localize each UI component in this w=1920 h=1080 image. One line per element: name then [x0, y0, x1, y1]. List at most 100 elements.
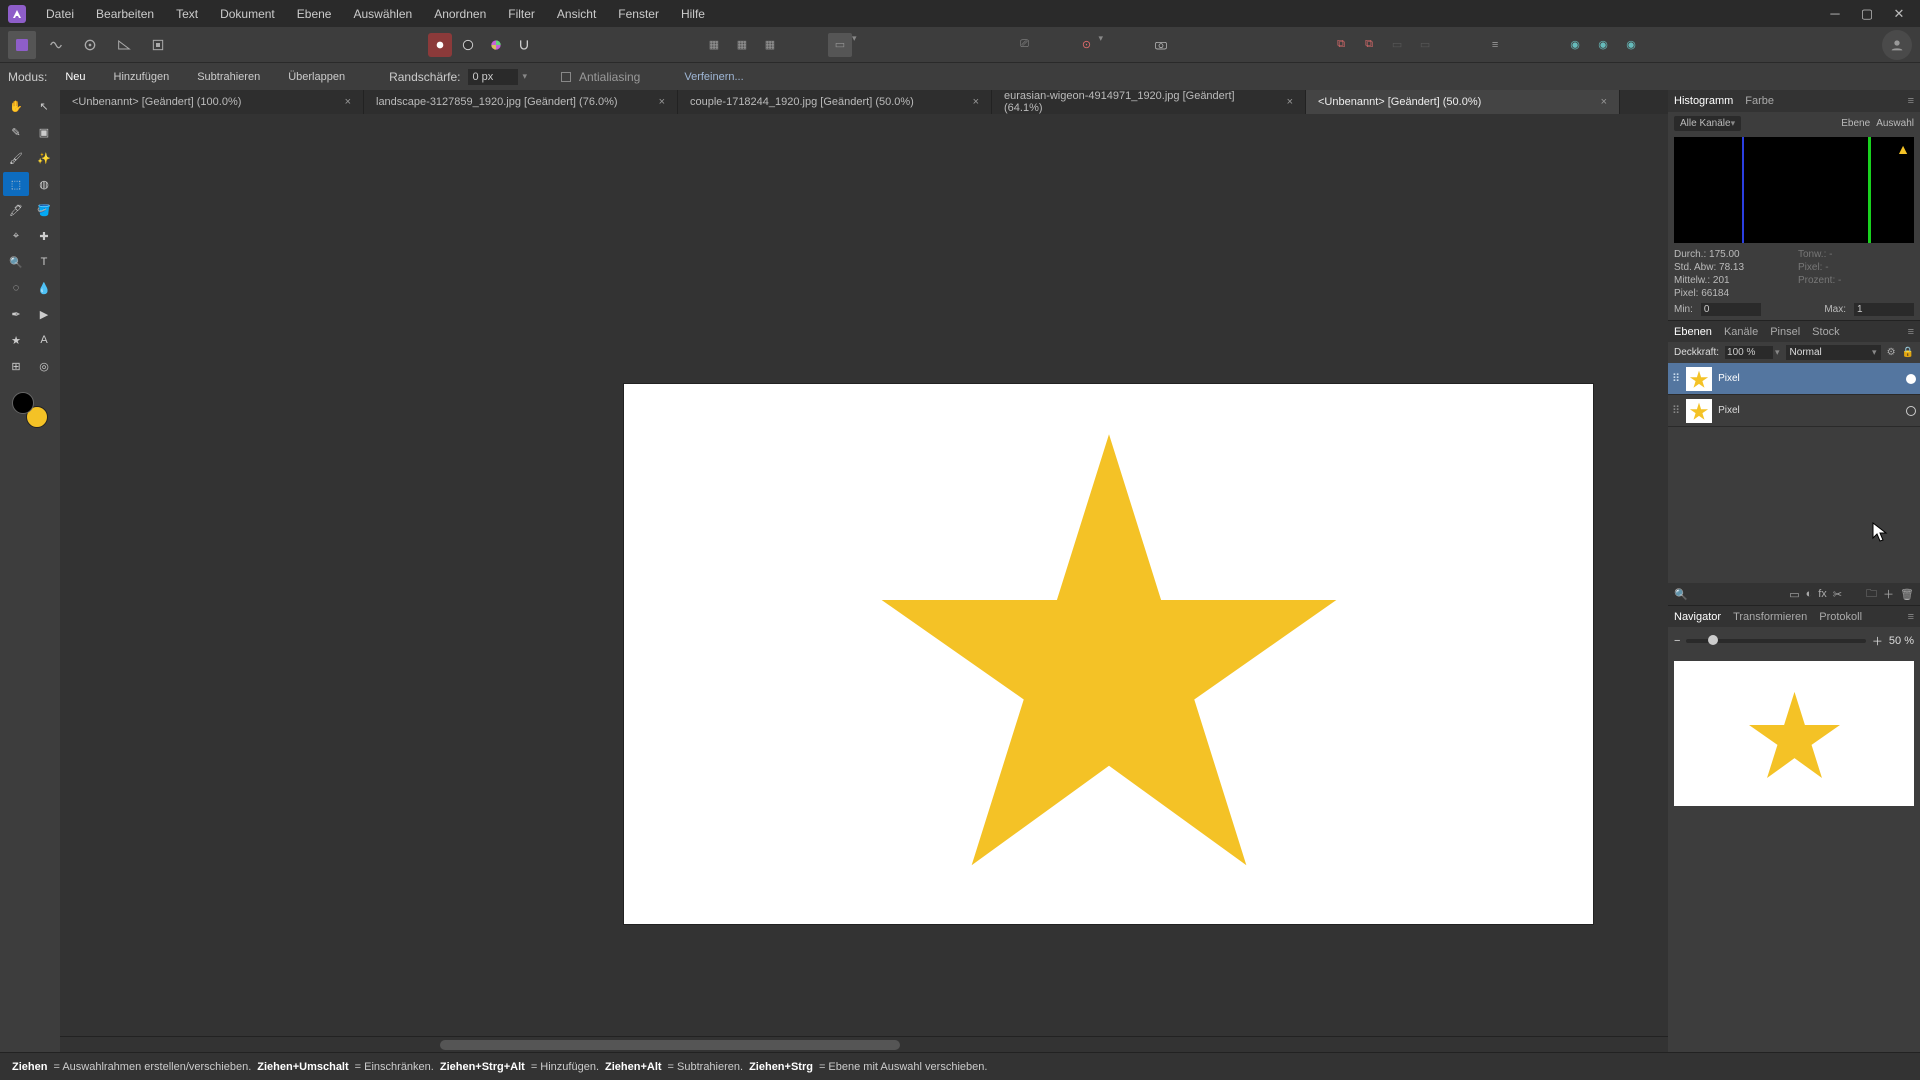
- delete-layer-icon[interactable]: 🗑: [1900, 588, 1914, 601]
- text-tool[interactable]: T: [31, 250, 57, 274]
- menu-window[interactable]: Fenster: [608, 3, 669, 25]
- clip-icon[interactable]: ✂: [1833, 588, 1842, 601]
- clip-dropdown-icon[interactable]: ▭: [828, 33, 852, 57]
- mode-new-button[interactable]: Neu: [55, 69, 95, 85]
- grid-3-icon[interactable]: ▦: [758, 33, 782, 57]
- antialias-checkbox[interactable]: [561, 72, 571, 82]
- search-layers-icon[interactable]: 🔍: [1674, 588, 1688, 601]
- group-icon[interactable]: ⧉: [1329, 33, 1353, 57]
- color-picker-tool[interactable]: ✎: [3, 120, 29, 144]
- tone-mapping-persona-button[interactable]: [110, 31, 138, 59]
- zoom-in-button[interactable]: ＋: [1872, 633, 1883, 649]
- blur-tool[interactable]: ◌: [3, 276, 29, 300]
- tab-color[interactable]: Farbe: [1745, 95, 1774, 107]
- zoom-slider-knob[interactable]: [1708, 635, 1718, 645]
- menu-view[interactable]: Ansicht: [547, 3, 606, 25]
- drop-tool[interactable]: 💧: [31, 276, 57, 300]
- doc-tab-3[interactable]: couple-1718244_1920.jpg [Geändert] (50.0…: [678, 90, 992, 114]
- primary-color-well[interactable]: [12, 392, 34, 414]
- flood-tool[interactable]: ◍: [31, 172, 57, 196]
- magnet-icon[interactable]: [512, 33, 536, 57]
- panel-menu-icon[interactable]: ≡: [1908, 326, 1914, 338]
- liquify-persona-button[interactable]: [42, 31, 70, 59]
- add-layer-icon[interactable]: ＋: [1883, 586, 1894, 602]
- lock-icon[interactable]: 🔒: [1902, 347, 1914, 358]
- menu-document[interactable]: Dokument: [210, 3, 285, 25]
- tab-navigator[interactable]: Navigator: [1674, 611, 1721, 623]
- chevron-down-icon-2[interactable]: ▾: [1099, 33, 1104, 57]
- close-icon[interactable]: ×: [647, 96, 665, 108]
- globe-2-icon[interactable]: ◉: [1591, 33, 1615, 57]
- tab-channels[interactable]: Kanäle: [1724, 326, 1758, 338]
- quick-mask-icon[interactable]: [428, 33, 452, 57]
- mode-subtract-button[interactable]: Subtrahieren: [187, 69, 270, 85]
- mesh-tool[interactable]: ⊞: [3, 354, 29, 378]
- menu-select[interactable]: Auswählen: [343, 3, 422, 25]
- layer-row[interactable]: ⠿ Pixel: [1668, 395, 1920, 427]
- globe-1-icon[interactable]: ◉: [1563, 33, 1587, 57]
- node-tool[interactable]: ▶: [31, 302, 57, 326]
- canvas-viewport[interactable]: [60, 114, 1668, 1036]
- layer-name[interactable]: Pixel: [1718, 373, 1740, 384]
- shape-tool[interactable]: ★: [3, 328, 29, 352]
- doc-tab-5[interactable]: <Unbenannt> [Geändert] (50.0%)×: [1306, 90, 1620, 114]
- source-selection-button[interactable]: Auswahl: [1876, 118, 1914, 129]
- doc-tab-1[interactable]: <Unbenannt> [Geändert] (100.0%)×: [60, 90, 364, 114]
- scrollbar-thumb[interactable]: [440, 1040, 900, 1050]
- channels-dropdown[interactable]: Alle Kanäle▾: [1674, 116, 1741, 131]
- doc-tab-4[interactable]: eurasian-wigeon-4914971_1920.jpg [Geände…: [992, 90, 1306, 114]
- fx-icon[interactable]: fx: [1818, 588, 1827, 600]
- mask-icon[interactable]: ▭: [1789, 588, 1799, 601]
- chevron-down-icon[interactable]: ▾: [852, 33, 857, 57]
- feather-input[interactable]: [468, 69, 518, 85]
- menu-filter[interactable]: Filter: [498, 3, 545, 25]
- photo-persona-button[interactable]: [8, 31, 36, 59]
- crop-tool[interactable]: ▣: [31, 120, 57, 144]
- anchor-dropdown-icon[interactable]: ⊙: [1075, 33, 1099, 57]
- list-icon[interactable]: ≡: [1483, 33, 1507, 57]
- layer-toggle-icon[interactable]: ⠿: [1672, 372, 1680, 385]
- menu-text[interactable]: Text: [166, 3, 208, 25]
- panel-menu-icon[interactable]: ≡: [1908, 611, 1914, 623]
- tab-transform[interactable]: Transformieren: [1733, 611, 1807, 623]
- grid-1-icon[interactable]: ▦: [702, 33, 726, 57]
- wand-tool[interactable]: ✨: [31, 146, 57, 170]
- menu-edit[interactable]: Bearbeiten: [86, 3, 164, 25]
- heal-tool[interactable]: ✚: [31, 224, 57, 248]
- minimize-button[interactable]: ─: [1822, 4, 1848, 24]
- export-persona-button[interactable]: [144, 31, 172, 59]
- camera-icon[interactable]: [1149, 33, 1173, 57]
- min-input[interactable]: [1701, 303, 1761, 316]
- menu-help[interactable]: Hilfe: [671, 3, 715, 25]
- source-layer-button[interactable]: Ebene: [1841, 118, 1870, 129]
- target-tool[interactable]: ◎: [31, 354, 57, 378]
- tab-brushes[interactable]: Pinsel: [1770, 326, 1800, 338]
- ungroup-icon[interactable]: ⧉: [1357, 33, 1381, 57]
- zoom-out-button[interactable]: −: [1674, 635, 1680, 647]
- zoom-value[interactable]: 50 %: [1889, 635, 1914, 647]
- doc-tab-2[interactable]: landscape-3127859_1920.jpg [Geändert] (7…: [364, 90, 678, 114]
- blend-mode-dropdown[interactable]: Normal▾: [1786, 345, 1881, 360]
- tab-history[interactable]: Protokoll: [1819, 611, 1862, 623]
- menu-layer[interactable]: Ebene: [287, 3, 342, 25]
- menu-arrange[interactable]: Anordnen: [424, 3, 496, 25]
- tab-histogram[interactable]: Histogramm: [1674, 95, 1733, 107]
- account-icon[interactable]: [1882, 30, 1912, 60]
- gear-icon[interactable]: ⚙: [1887, 347, 1896, 358]
- adjust-icon[interactable]: ◐: [1806, 588, 1813, 600]
- horizontal-scrollbar[interactable]: [60, 1036, 1668, 1052]
- chevron-down-icon-3[interactable]: ▾: [522, 71, 527, 82]
- fill-tool[interactable]: 🪣: [31, 198, 57, 222]
- opacity-input[interactable]: [1725, 346, 1773, 359]
- canvas[interactable]: [624, 384, 1593, 924]
- clone-tool[interactable]: ⌖: [3, 224, 29, 248]
- color-wells[interactable]: [12, 392, 48, 428]
- group-layers-icon[interactable]: 🗀: [1866, 585, 1877, 604]
- menu-file[interactable]: Datei: [36, 3, 84, 25]
- layer-name[interactable]: Pixel: [1718, 405, 1740, 416]
- paint-tool[interactable]: 🖊: [3, 198, 29, 222]
- zoom-tool[interactable]: 🔍: [3, 250, 29, 274]
- navigator-thumbnail[interactable]: [1674, 661, 1914, 806]
- marquee-tool[interactable]: ⬚: [3, 172, 29, 196]
- tab-stock[interactable]: Stock: [1812, 326, 1840, 338]
